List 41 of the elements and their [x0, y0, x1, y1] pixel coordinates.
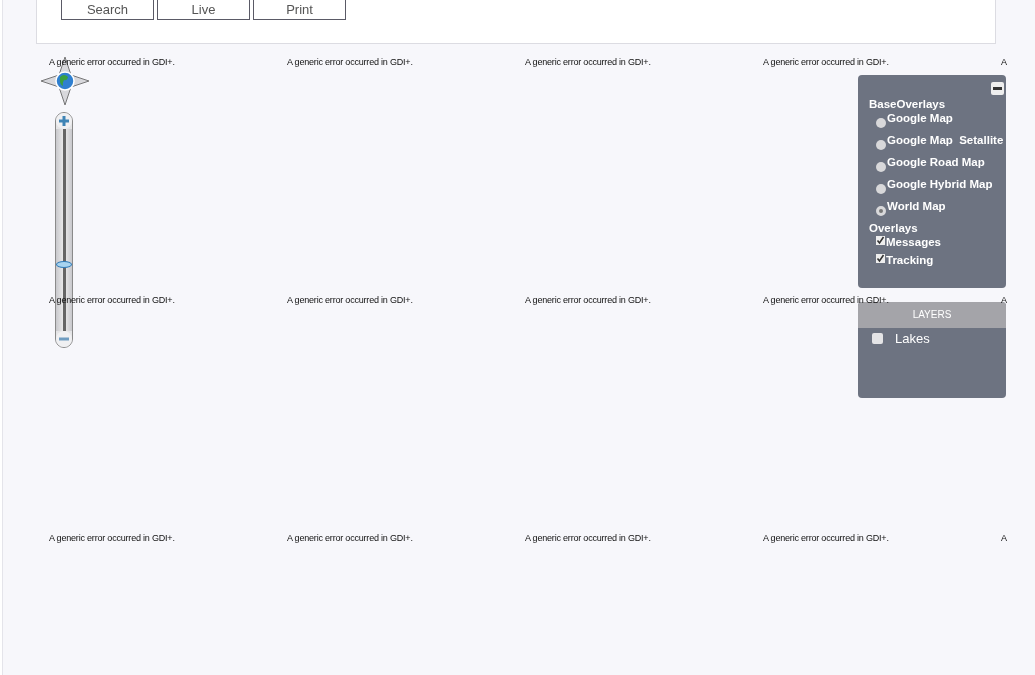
tile-error-text: A generic error occurred in GDI+.: [763, 57, 889, 67]
checkbox[interactable]: [876, 236, 885, 245]
plus-icon: [58, 115, 70, 127]
layer-label: Google Hybrid Map: [887, 178, 993, 190]
zoom-in-button[interactable]: [56, 113, 72, 129]
tile-error-text: A: [1001, 57, 1007, 67]
checkbox[interactable]: [876, 254, 885, 263]
tile-error-text: A: [1001, 295, 1007, 305]
tile-error-text: A generic error occurred in GDI+.: [525, 295, 651, 305]
toolbar-button[interactable]: Search: [61, 0, 154, 20]
minimize-button[interactable]: [991, 82, 1004, 95]
layer-label: Lakes: [895, 331, 930, 346]
tile-error-text: A generic error occurred in GDI+.: [287, 295, 413, 305]
toolbar-button[interactable]: Print: [253, 0, 346, 20]
zoom-out-button[interactable]: [56, 331, 72, 347]
radio-button[interactable]: [876, 206, 886, 216]
tile-error-text: A generic error occurred in GDI+.: [763, 533, 889, 543]
tile-error-text: A generic error occurred in GDI+.: [763, 295, 889, 305]
overlay-label: Messages: [886, 236, 941, 248]
tile-error-text: A generic error occurred in GDI+.: [525, 57, 651, 67]
checkbox[interactable]: [872, 333, 883, 344]
radio-button[interactable]: [876, 118, 886, 128]
layer-label: Google Map Setallite: [887, 134, 1004, 146]
tile-error-text: A generic error occurred in GDI+.: [287, 533, 413, 543]
tile-error-text: A generic error occurred in GDI+.: [525, 533, 651, 543]
radio-button[interactable]: [876, 184, 886, 194]
tile-error-text: A generic error occurred in GDI+.: [49, 57, 175, 67]
overlay-label: Tracking: [886, 254, 934, 266]
tile-error-text: A generic error occurred in GDI+.: [287, 57, 413, 67]
radio-button[interactable]: [876, 162, 886, 172]
zoom-slider-thumb[interactable]: [56, 261, 72, 269]
tile-error-text: A generic error occurred in GDI+.: [49, 533, 175, 543]
tile-error-text: A: [1001, 533, 1007, 543]
layer-label: Google Map: [887, 112, 953, 124]
section-heading: BaseOverlays: [869, 98, 947, 110]
layer-label: Google Road Map: [887, 156, 985, 168]
layers-header: LAYERS: [858, 302, 1006, 328]
layer-label: World Map: [887, 200, 946, 212]
radio-button[interactable]: [876, 140, 886, 150]
section-heading: Overlays: [869, 222, 919, 234]
toolbar-button[interactable]: Live: [157, 0, 250, 20]
